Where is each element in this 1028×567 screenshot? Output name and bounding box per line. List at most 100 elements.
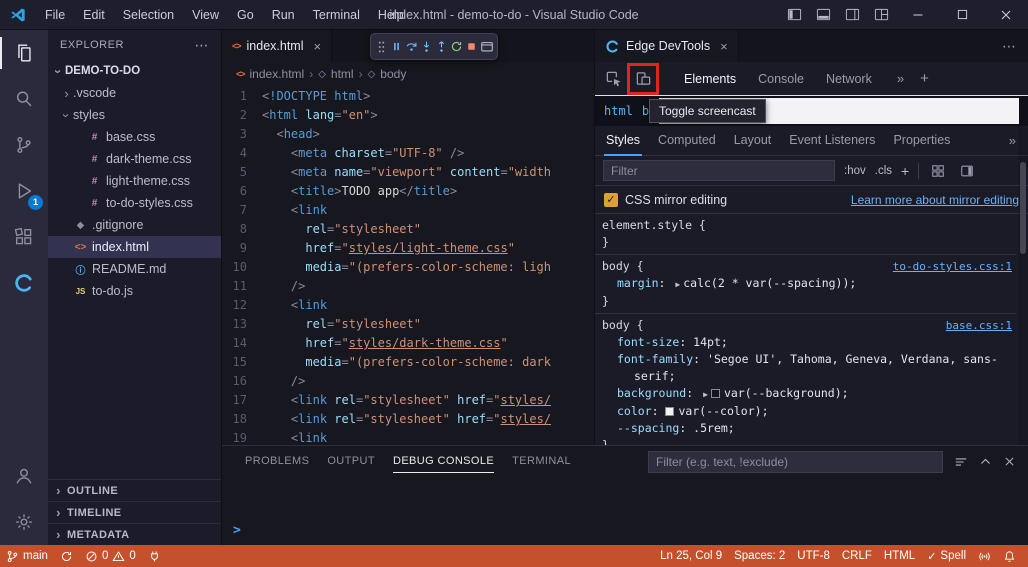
sidebar-item-search[interactable]	[0, 76, 48, 122]
line-number[interactable]: 16	[222, 372, 262, 391]
screencast-icon[interactable]	[479, 35, 494, 58]
expand-arrow-icon[interactable]: ▶	[675, 280, 680, 289]
tool-tab-elements[interactable]: Elements	[673, 62, 747, 96]
new-tool-tab-icon[interactable]: +	[920, 70, 929, 87]
step-over-icon[interactable]	[404, 35, 419, 58]
restart-icon[interactable]	[449, 35, 464, 58]
customize-layout-icon[interactable]	[867, 0, 896, 30]
line-number[interactable]: 10	[222, 258, 262, 277]
file-index.html[interactable]: <>index.html	[48, 236, 221, 258]
scrollbar-thumb[interactable]	[1020, 162, 1026, 254]
line-number[interactable]: 14	[222, 334, 262, 353]
spell-checker-status[interactable]: ✓ Spell	[921, 545, 972, 567]
pane-tab-event-listeners[interactable]: Event Listeners	[780, 126, 884, 156]
line-number[interactable]: 19	[222, 429, 262, 445]
panel-menu-icon[interactable]	[954, 455, 968, 469]
css-declaration[interactable]: --spacing: .5rem;	[602, 420, 1016, 437]
close-button[interactable]	[984, 0, 1028, 30]
line-number[interactable]: 3	[222, 125, 262, 144]
maximize-panel-icon[interactable]	[979, 455, 992, 468]
breadcrumb-body[interactable]: body	[380, 67, 406, 81]
rule-selector[interactable]: body {	[602, 317, 644, 334]
line-number[interactable]: 13	[222, 315, 262, 334]
element-classes-button[interactable]: .cls	[875, 165, 892, 177]
panel-tab-output[interactable]: OUTPUT	[318, 446, 384, 477]
step-into-icon[interactable]	[419, 35, 434, 58]
menu-selection[interactable]: Selection	[114, 0, 183, 30]
sync-icon[interactable]	[54, 545, 79, 567]
maximize-button[interactable]	[940, 0, 984, 30]
line-number[interactable]: 15	[222, 353, 262, 372]
line-number[interactable]: 9	[222, 239, 262, 258]
more-actions-icon[interactable]: ⋯	[990, 30, 1028, 62]
toggle-panel-icon[interactable]	[809, 0, 838, 30]
menu-edit[interactable]: Edit	[74, 0, 114, 30]
mirror-editing-checkbox[interactable]: ✓	[604, 193, 618, 207]
menu-go[interactable]: Go	[228, 0, 263, 30]
menu-view[interactable]: View	[183, 0, 228, 30]
css-declaration[interactable]: margin: ▶calc(2 * var(--spacing));	[602, 275, 1016, 293]
stop-icon[interactable]	[464, 35, 479, 58]
css-declaration[interactable]: background: ▶var(--background);	[602, 385, 1016, 403]
branch-indicator[interactable]: main	[0, 545, 54, 567]
breadcrumb-file[interactable]: index.html	[250, 67, 305, 81]
broadcast-icon[interactable]	[972, 545, 997, 567]
file-base.css[interactable]: #base.css	[48, 126, 221, 148]
file-.gitignore[interactable]: ◆.gitignore	[48, 214, 221, 236]
file-README.md[interactable]: ⓘREADME.md	[48, 258, 221, 280]
notifications-bell-icon[interactable]	[997, 545, 1022, 567]
breadcrumb-html[interactable]: html	[331, 67, 354, 81]
drag-handle-icon[interactable]	[374, 35, 389, 58]
inspect-element-icon[interactable]	[601, 67, 625, 91]
line-number[interactable]: 2	[222, 106, 262, 125]
css-declaration[interactable]: font-family: 'Segoe UI', Tahoma, Geneva,…	[602, 351, 1016, 385]
file-to-do.js[interactable]: JSto-do.js	[48, 280, 221, 302]
close-tab-icon[interactable]: ×	[720, 39, 728, 54]
sidebar-item-edge-devtools[interactable]	[0, 260, 48, 306]
css-source-link[interactable]: to-do-styles.css:1	[893, 258, 1016, 275]
encoding-setting[interactable]: UTF-8	[791, 545, 836, 567]
line-number[interactable]: 5	[222, 163, 262, 182]
css-declaration[interactable]: font-size: 14pt;	[602, 334, 1016, 351]
more-actions-icon[interactable]: ⋯	[195, 37, 210, 54]
account-icon[interactable]	[0, 453, 48, 499]
pane-tab-properties[interactable]: Properties	[884, 126, 959, 156]
file-light-theme.css[interactable]: #light-theme.css	[48, 170, 221, 192]
rule-selector[interactable]: element.style {	[602, 217, 706, 234]
toggle-screencast-icon[interactable]	[631, 67, 655, 91]
toggle-primary-sidebar-icon[interactable]	[780, 0, 809, 30]
console-filter-input[interactable]	[648, 451, 943, 473]
dom-node-html[interactable]: html	[604, 104, 633, 118]
line-number[interactable]: 7	[222, 201, 262, 220]
expand-arrow-icon[interactable]: ▶	[703, 390, 708, 399]
panel-tab-debug-console[interactable]: DEBUG CONSOLE	[384, 446, 503, 477]
line-number[interactable]: 8	[222, 220, 262, 239]
step-out-icon[interactable]	[434, 35, 449, 58]
sidebar-item-explorer[interactable]	[0, 30, 48, 76]
sidebar-item-source-control[interactable]	[0, 122, 48, 168]
panel-tab-terminal[interactable]: TERMINAL	[503, 446, 580, 477]
tool-tab-console[interactable]: Console	[747, 62, 815, 96]
file-.vscode[interactable]: ›.vscode	[48, 82, 221, 104]
toggle-secondary-sidebar-icon[interactable]	[838, 0, 867, 30]
menu-terminal[interactable]: Terminal	[304, 0, 369, 30]
minimize-button[interactable]	[896, 0, 940, 30]
section-timeline[interactable]: ›TIMELINE	[48, 501, 221, 523]
menu-run[interactable]: Run	[263, 0, 304, 30]
more-tools-icon[interactable]: »	[897, 71, 904, 86]
line-number[interactable]: 18	[222, 410, 262, 429]
line-number[interactable]: 6	[222, 182, 262, 201]
dom-tree-row[interactable]: html bo Toggle screencast	[595, 96, 1028, 126]
sidebar-item-extensions[interactable]	[0, 214, 48, 260]
css-source-link[interactable]: base.css:1	[946, 317, 1016, 334]
pseudo-states-button[interactable]: :hov	[844, 165, 866, 177]
eol-setting[interactable]: CRLF	[836, 545, 878, 567]
line-number[interactable]: 4	[222, 144, 262, 163]
panel-tab-problems[interactable]: PROBLEMS	[236, 446, 318, 477]
close-panel-icon[interactable]	[1003, 455, 1016, 468]
line-number[interactable]: 17	[222, 391, 262, 410]
css-declaration[interactable]: color: var(--color);	[602, 403, 1016, 420]
settings-gear-icon[interactable]	[0, 499, 48, 545]
folder-demo-to-do[interactable]: › DEMO-TO-DO	[48, 60, 221, 82]
cursor-position[interactable]: Ln 25, Col 9	[654, 545, 728, 567]
